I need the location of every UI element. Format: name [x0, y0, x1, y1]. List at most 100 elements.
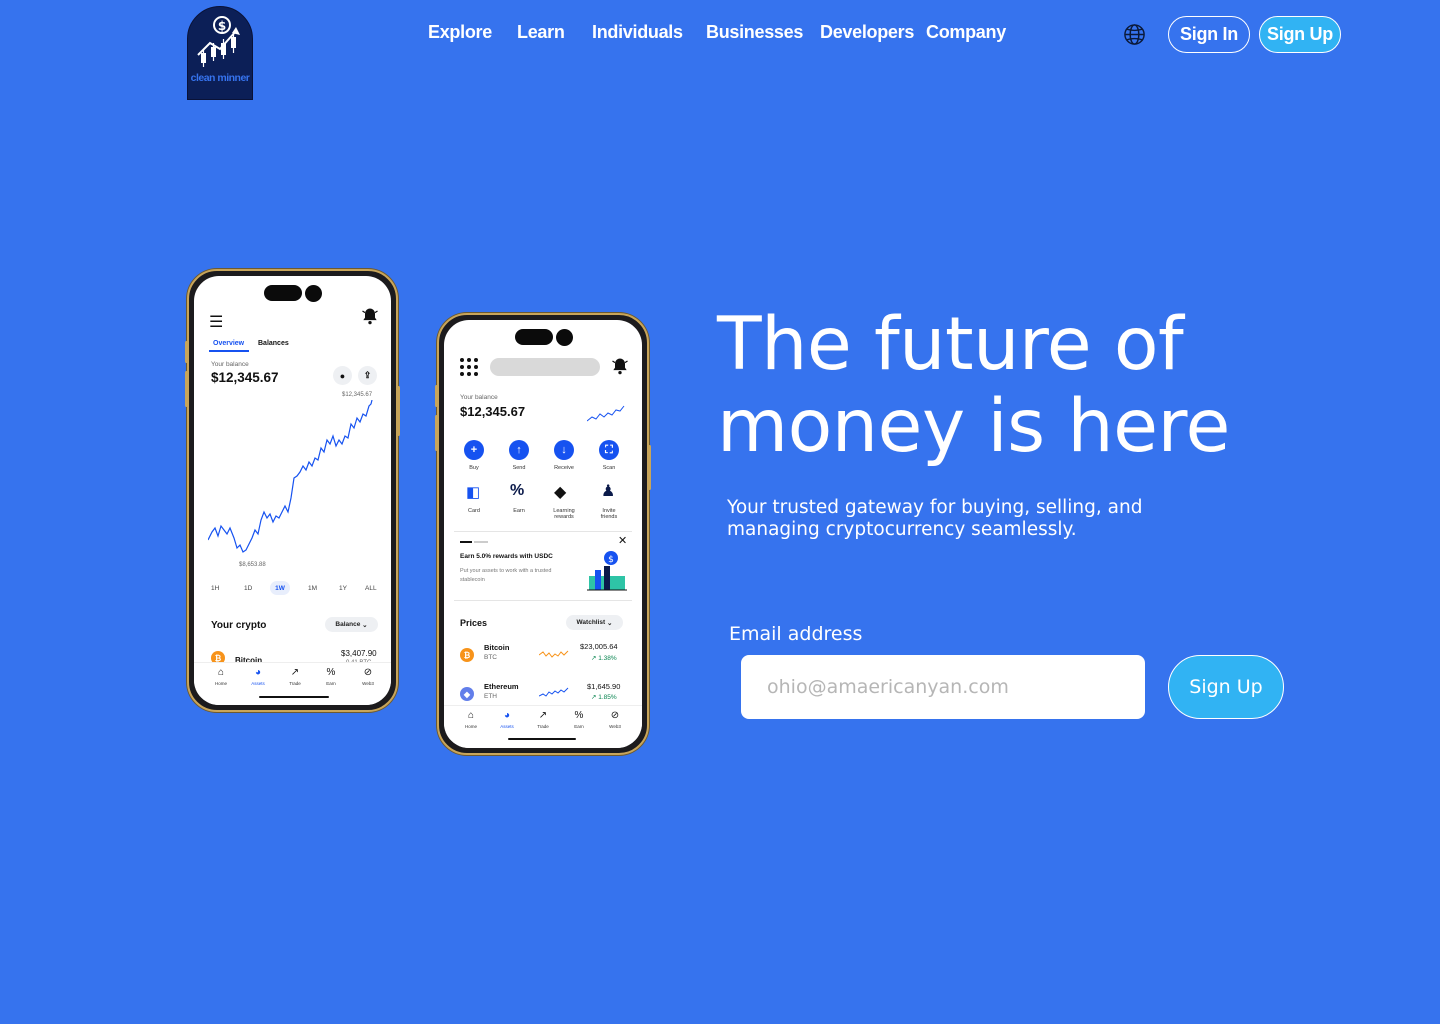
promo-text: Put your assets to work with a trusted s… — [460, 568, 552, 583]
info-icon[interactable]: ● — [333, 366, 352, 385]
trade-icon[interactable]: ↗ — [532, 710, 554, 721]
tab-assets[interactable]: Assets — [496, 724, 518, 729]
coin-change-ethereum: ↗ 1.85% — [591, 694, 617, 701]
feature-learning-rewards[interactable]: Learning rewards — [548, 508, 580, 520]
hero-title: The future of money is here — [717, 304, 1277, 468]
bitcoin-icon: ₿ — [460, 648, 474, 662]
sign-up-button-header[interactable]: Sign Up — [1259, 16, 1341, 53]
tab-balances[interactable]: Balances — [258, 340, 289, 347]
search-bar[interactable] — [490, 358, 600, 376]
home-icon[interactable]: ⌂ — [460, 710, 482, 721]
range-all[interactable]: ALL — [365, 585, 377, 592]
assets-icon[interactable]: ◕ — [247, 667, 269, 678]
tab-web3[interactable]: Web3 — [604, 724, 626, 729]
feature-invite-friends[interactable]: Invite friends — [594, 508, 624, 520]
phone-mockup-overview: ☰ Overview Balances Your balance $12,345… — [185, 269, 400, 712]
balance-value: $12,345.67 — [460, 404, 526, 419]
receive-icon[interactable]: ↓ — [554, 440, 574, 460]
action-buy[interactable]: Buy — [464, 465, 484, 471]
coin-change-bitcoin: ↗ 1.38% — [591, 655, 617, 662]
svg-text:$: $ — [218, 19, 226, 33]
coin-name-ethereum: Ethereum — [484, 682, 519, 691]
action-receive[interactable]: Receive — [550, 465, 578, 471]
send-icon[interactable]: ↑ — [509, 440, 529, 460]
earn-percent-icon[interactable]: % — [510, 482, 524, 500]
tab-home[interactable]: Home — [210, 681, 232, 686]
nav-businesses[interactable]: Businesses — [706, 22, 803, 43]
balance-line-chart — [208, 400, 373, 553]
nav-individuals[interactable]: Individuals — [592, 22, 683, 43]
sign-in-button[interactable]: Sign In — [1168, 16, 1250, 53]
watchlist-filter[interactable]: Watchlist ⌄ — [566, 615, 623, 630]
tab-overview[interactable]: Overview — [213, 340, 244, 347]
your-crypto-heading: Your crypto — [211, 620, 267, 631]
bell-icon[interactable] — [360, 306, 380, 331]
assets-icon[interactable]: ◕ — [496, 710, 518, 721]
menu-icon[interactable]: ☰ — [209, 312, 223, 332]
chart-high-label: $12,345.67 — [342, 392, 373, 398]
balance-label: Your balance — [211, 361, 249, 368]
logo-text: clean minner — [190, 72, 250, 84]
nav-company[interactable]: Company — [926, 22, 1006, 43]
earn-icon[interactable]: % — [568, 710, 590, 721]
hero-sign-up-button[interactable]: Sign Up — [1168, 655, 1284, 719]
chart-low-label: $8,653.88 — [239, 562, 266, 568]
nav-developers[interactable]: Developers — [820, 22, 914, 43]
promo-title: Earn 5.0% rewards with USDC — [460, 553, 553, 560]
action-scan[interactable]: Scan — [599, 465, 619, 471]
tab-trade[interactable]: Trade — [284, 681, 306, 686]
tab-trade[interactable]: Trade — [532, 724, 554, 729]
tab-assets[interactable]: Assets — [247, 681, 269, 686]
nav-learn[interactable]: Learn — [517, 22, 565, 43]
apps-grid-icon[interactable] — [459, 357, 479, 382]
range-1d[interactable]: 1D — [244, 585, 252, 592]
svg-text:$: $ — [608, 555, 614, 565]
ethereum-sparkline — [539, 687, 569, 697]
coin-price-bitcoin: $23,005.64 — [580, 642, 618, 651]
tab-web3[interactable]: Web3 — [357, 681, 379, 686]
brand-logo[interactable]: $ clean minner — [187, 6, 253, 100]
nav-explore[interactable]: Explore — [428, 22, 492, 43]
watchlist-label: Watchlist — [576, 619, 606, 626]
tab-earn[interactable]: Earn — [568, 724, 590, 729]
ethereum-icon: ◆ — [460, 687, 474, 701]
hero-title-line-2: money is here — [717, 384, 1230, 469]
trade-icon[interactable]: ↗ — [284, 667, 306, 678]
scan-icon[interactable]: ⛶ — [599, 440, 619, 460]
phone-mockup-home: Your balance $12,345.67 + ↑ ↓ ⛶ Buy Send… — [435, 313, 651, 755]
hero-subtitle: Your trusted gateway for buying, selling… — [727, 497, 1143, 540]
coin-name-bitcoin: Bitcoin — [484, 643, 510, 652]
tab-home[interactable]: Home — [460, 724, 482, 729]
web3-icon[interactable]: ⊘ — [604, 710, 626, 721]
share-icon[interactable]: ⇪ — [358, 366, 377, 385]
coin-value: $3,407.90 — [341, 649, 377, 658]
buy-icon[interactable]: + — [464, 440, 484, 460]
coin-ticker-btc: BTC — [484, 654, 497, 661]
balance-filter[interactable]: Balance ⌄ — [325, 617, 378, 632]
learning-rewards-icon[interactable]: ◆ — [554, 482, 566, 502]
range-1y[interactable]: 1Y — [339, 585, 347, 592]
feature-card[interactable]: Card — [459, 508, 489, 514]
home-icon[interactable]: ⌂ — [210, 667, 232, 678]
feature-earn[interactable]: Earn — [504, 508, 534, 514]
action-send[interactable]: Send — [509, 465, 529, 471]
web3-icon[interactable]: ⊘ — [357, 667, 379, 678]
balance-sparkline — [587, 405, 625, 422]
range-1w[interactable]: 1W — [270, 581, 290, 595]
bitcoin-sparkline — [539, 650, 569, 658]
range-1h[interactable]: 1H — [211, 585, 219, 592]
email-input[interactable] — [741, 655, 1145, 719]
email-label: Email address — [729, 623, 863, 645]
globe-icon[interactable] — [1123, 23, 1146, 50]
bell-icon[interactable] — [610, 356, 630, 381]
earn-icon[interactable]: % — [320, 667, 342, 678]
tab-earn[interactable]: Earn — [320, 681, 342, 686]
usdc-promo-illustration: $ — [587, 551, 627, 591]
coin-ticker-eth: ETH — [484, 693, 497, 700]
hero-title-line-1: The future of — [717, 302, 1184, 387]
balance-value: $12,345.67 — [211, 370, 279, 385]
close-icon[interactable]: ✕ — [618, 534, 627, 547]
card-icon[interactable]: ◧ — [466, 483, 480, 501]
range-1m[interactable]: 1M — [308, 585, 317, 592]
invite-friends-icon[interactable]: ♟ — [601, 481, 615, 501]
